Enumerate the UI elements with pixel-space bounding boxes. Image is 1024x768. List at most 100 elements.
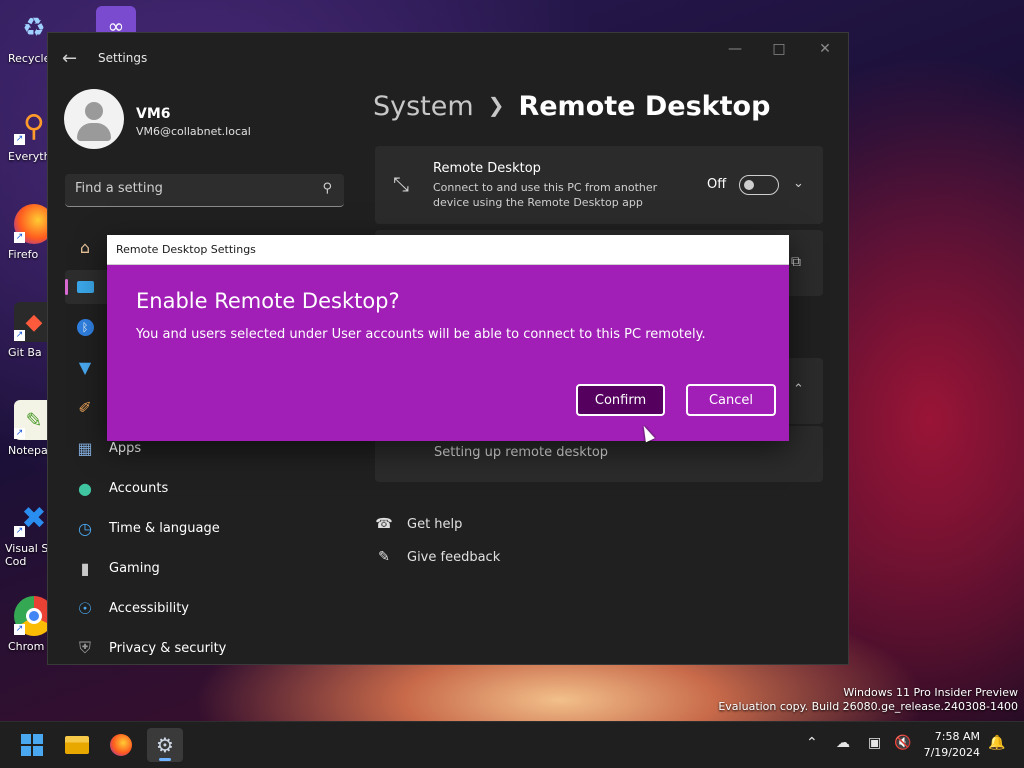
search-box[interactable]: ⚲	[65, 174, 344, 207]
dialog-body: Enable Remote Desktop? You and users sel…	[107, 265, 789, 441]
volume-muted-icon[interactable]: 🔇	[894, 735, 911, 751]
windows-watermark: Windows 11 Pro Insider Preview Evaluatio…	[718, 686, 1018, 714]
nav-label: Accessibility	[109, 600, 189, 616]
toggle-knob	[744, 180, 754, 190]
nav-label: Accounts	[109, 480, 169, 496]
dialog-message: You and users selected under User accoun…	[136, 327, 706, 342]
search-icon[interactable]: ⚲	[322, 181, 332, 196]
home-icon: ⌂	[79, 237, 91, 257]
taskbar-clock[interactable]: 7:58 AM 7/19/2024	[914, 729, 980, 761]
taskbar: ⚙ ⌃ ☁ ▣ 🔇 7:58 AM 7/19/2024 🔔	[0, 721, 1024, 768]
shortcut-arrow-icon: ↗	[14, 232, 25, 243]
avatar-body	[77, 123, 111, 141]
chevron-up-icon[interactable]: ⌃	[806, 735, 818, 751]
minimize-button[interactable]: —	[720, 41, 750, 57]
back-arrow-icon[interactable]: ←	[62, 48, 77, 69]
shortcut-arrow-icon: ↗	[14, 330, 25, 341]
desktop-icon-label: Recycle	[8, 52, 51, 65]
give-feedback-link[interactable]: ✎ Give feedback	[375, 549, 500, 565]
card-title: Remote Desktop	[433, 161, 541, 176]
breadcrumb: System ❯ Remote Desktop	[373, 91, 770, 122]
nav-label: Gaming	[109, 560, 160, 576]
setup-sub-item-label: Setting up remote desktop	[434, 445, 609, 460]
desktop-icon-chrome[interactable]: ↗ Chrom	[0, 596, 54, 653]
nav-item-accounts[interactable]: ● Accounts	[65, 471, 344, 505]
nav-item-gaming[interactable]: ▮ Gaming	[65, 551, 344, 585]
desktop-icon-firefox[interactable]: ↗ Firefo	[0, 204, 54, 261]
taskbar-settings[interactable]: ⚙	[147, 728, 183, 762]
search-input[interactable]	[75, 181, 305, 196]
desktop-icon-recycle-bin[interactable]: ♻ Recycle	[0, 8, 52, 65]
open-external-icon[interactable]: ⧉	[791, 254, 801, 270]
desktop-icon-label: Firefo	[8, 248, 39, 261]
dialog-title-bar[interactable]: Remote Desktop Settings	[107, 235, 789, 265]
shortcut-arrow-icon: ↗	[14, 526, 25, 537]
nav-label: Apps	[109, 440, 142, 456]
title-bar[interactable]: ← Settings — □ ✕	[48, 33, 848, 83]
globe-clock-icon: ◷	[78, 518, 92, 538]
watermark-line-2: Evaluation copy. Build 26080.ge_release.…	[718, 700, 1018, 713]
cancel-button[interactable]: Cancel	[686, 384, 776, 416]
desktop-icon-label: Everyth	[8, 150, 51, 163]
chevron-up-icon[interactable]: ⌃	[793, 382, 804, 397]
network-icon[interactable]: ▣	[868, 735, 881, 751]
desktop-icon-everything[interactable]: ⚲ ↗ Everyth	[0, 106, 52, 164]
accounts-icon: ●	[78, 478, 92, 498]
desktop-icon-label: Chrom	[8, 640, 45, 653]
watermark-line-1: Windows 11 Pro Insider Preview	[843, 686, 1018, 699]
clock-date: 7/19/2024	[923, 746, 980, 759]
page-title: Remote Desktop	[518, 91, 771, 122]
desktop-icon-vscode[interactable]: ✖ ↗ Visual St Cod	[0, 498, 53, 569]
brush-icon: ✐	[78, 397, 92, 417]
nav-item-privacy-security[interactable]: ⛨ Privacy & security	[65, 631, 344, 664]
window-title: Settings	[98, 51, 148, 65]
feedback-icon: ✎	[378, 549, 390, 565]
breadcrumb-parent[interactable]: System	[373, 91, 474, 122]
desktop-icon-label: Visual St Cod	[0, 542, 53, 568]
dialog-window-title: Remote Desktop Settings	[116, 243, 256, 256]
desktop-icon-label: Notepa	[8, 444, 48, 457]
file-explorer-icon	[65, 736, 89, 754]
remote-desktop-card[interactable]: ⤡ Remote Desktop Connect to and use this…	[375, 146, 823, 224]
chevron-down-icon[interactable]: ⌄	[793, 176, 804, 191]
user-name: VM6	[136, 106, 171, 122]
card-description: Connect to and use this PC from another …	[433, 181, 658, 209]
maximize-button[interactable]: □	[764, 41, 794, 57]
start-button[interactable]	[14, 728, 50, 762]
desktop-icon-git-bash[interactable]: ◆ ↗ Git Ba	[0, 302, 54, 359]
give-feedback-label: Give feedback	[407, 549, 501, 565]
avatar-head	[85, 102, 103, 120]
toggle-state-label: Off	[707, 177, 727, 192]
bluetooth-icon: ᛒ	[75, 317, 95, 337]
nav-item-accessibility[interactable]: ☉ Accessibility	[65, 591, 344, 625]
desktop-icon-label: Git Ba	[8, 346, 42, 359]
help-icon: ☎	[375, 516, 393, 532]
shield-icon: ⛨	[78, 638, 91, 657]
accessibility-icon: ☉	[77, 598, 93, 618]
nav-label: Privacy & security	[109, 640, 227, 656]
notification-bell-icon[interactable]: 🔔	[988, 735, 1005, 751]
remote-desktop-toggle[interactable]	[739, 175, 779, 195]
avatar[interactable]	[64, 89, 124, 149]
dialog-heading: Enable Remote Desktop?	[136, 289, 400, 313]
firefox-icon	[110, 734, 132, 756]
wifi-icon: ▼	[78, 357, 92, 377]
taskbar-file-explorer[interactable]	[59, 728, 95, 762]
settings-icon: ⚙	[156, 733, 174, 757]
taskbar-firefox[interactable]	[103, 728, 139, 762]
start-icon	[21, 734, 43, 756]
desktop-icon-notepad[interactable]: ✎ ↗ Notepa	[0, 400, 54, 457]
get-help-link[interactable]: ☎ Get help	[375, 516, 462, 532]
chevron-right-icon: ❯	[487, 93, 505, 117]
shortcut-arrow-icon: ↗	[14, 428, 25, 439]
confirm-button[interactable]: Confirm	[576, 384, 665, 416]
remote-desktop-dialog: Remote Desktop Settings Enable Remote De…	[107, 235, 789, 441]
close-button[interactable]: ✕	[810, 41, 840, 57]
nav-item-time-language[interactable]: ◷ Time & language	[65, 511, 344, 545]
remote-desktop-icon: ⤡	[393, 172, 409, 196]
desktop-icon-label-text: Visual St Cod	[5, 542, 53, 568]
shortcut-arrow-icon: ↗	[14, 624, 25, 635]
onedrive-offline-icon[interactable]: ☁	[836, 735, 850, 751]
nav-label: Time & language	[109, 520, 220, 536]
clock-time: 7:58 AM	[934, 730, 980, 743]
